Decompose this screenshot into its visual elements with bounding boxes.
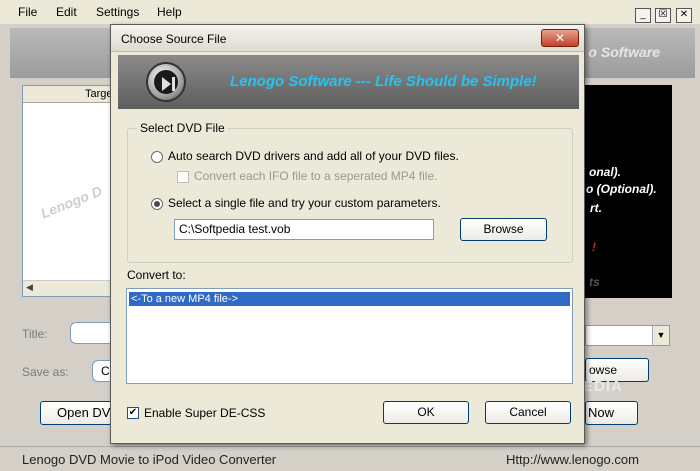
status-bar: Lenogo DVD Movie to iPod Video Converter…	[0, 446, 700, 471]
single-file-radio[interactable]	[151, 198, 163, 210]
close-button[interactable]: ✕	[676, 8, 692, 23]
menu-edit[interactable]: Edit	[56, 5, 77, 19]
ifo-separate-checkbox[interactable]	[177, 171, 189, 183]
auto-search-radio[interactable]	[151, 151, 163, 163]
menu-help[interactable]: Help	[157, 5, 182, 19]
target-list[interactable]: Targe Lenogo D ◀	[22, 85, 122, 297]
convert-to-list[interactable]: <-To a new MP4 file->	[126, 288, 573, 384]
open-dvd-button[interactable]: Open DV	[40, 401, 112, 425]
dialog-banner-slogan: Lenogo Software --- Life Should be Simpl…	[230, 73, 537, 90]
status-app-name: Lenogo DVD Movie to iPod Video Converter	[22, 452, 277, 467]
auto-search-label[interactable]: Auto search DVD drivers and add all of y…	[168, 149, 459, 163]
cancel-button[interactable]: Cancel	[485, 401, 571, 424]
file-path-input[interactable]: C:\Softpedia test.vob	[174, 219, 434, 240]
ifo-separate-label: Convert each IFO file to a seperated MP4…	[194, 169, 438, 183]
title-label: Title:	[22, 327, 48, 341]
format-combo[interactable]: ▼	[585, 325, 670, 346]
choose-source-file-dialog: Choose Source File ✕ Lenogo Software ---…	[110, 24, 585, 444]
convert-now-button[interactable]: Now	[585, 401, 638, 425]
preview-line: rt.	[590, 201, 602, 215]
dialog-close-button[interactable]: ✕	[541, 29, 579, 47]
preview-line: onal).	[589, 165, 621, 179]
decss-label[interactable]: Enable Super DE-CSS	[144, 406, 265, 420]
preview-line: o (Optional).	[586, 182, 657, 196]
title-input[interactable]	[70, 322, 115, 344]
maximize-button[interactable]: ☒	[655, 8, 671, 23]
select-dvd-file-group: Select DVD File Auto search DVD drivers …	[127, 121, 573, 263]
list-item[interactable]: <-To a new MP4 file->	[129, 292, 570, 306]
save-as-label: Save as:	[22, 365, 69, 379]
dialog-title-bar[interactable]: Choose Source File ✕	[111, 25, 584, 52]
menu-file[interactable]: File	[18, 5, 37, 19]
list-watermark: Lenogo D	[38, 182, 105, 222]
ok-button[interactable]: OK	[383, 401, 469, 424]
play-logo-icon	[146, 62, 186, 102]
target-column-header[interactable]: Targe	[23, 86, 121, 103]
chevron-down-icon[interactable]: ▼	[652, 326, 669, 345]
status-website: Http://www.lenogo.com	[506, 452, 639, 467]
preview-panel: onal). o (Optional). rt. ! ts	[585, 85, 672, 298]
menu-settings[interactable]: Settings	[96, 5, 139, 19]
single-file-label[interactable]: Select a single file and try your custom…	[168, 196, 441, 210]
scroll-left-arrow-icon[interactable]: ◀	[26, 282, 33, 293]
menu-bar: File Edit Settings Help	[0, 0, 700, 24]
minimize-button[interactable]: _	[635, 8, 651, 23]
decss-checkbox[interactable]: ✔	[127, 407, 139, 419]
convert-to-label: Convert to:	[127, 268, 186, 282]
browse-button[interactable]: Browse	[460, 218, 547, 241]
dialog-banner: Lenogo Software --- Life Should be Simpl…	[118, 55, 579, 109]
group-title: Select DVD File	[137, 121, 228, 135]
horizontal-scrollbar[interactable]: ◀	[23, 280, 121, 296]
preview-line: !	[592, 240, 596, 254]
app-banner-text: o Software	[588, 44, 660, 60]
dialog-title: Choose Source File	[121, 32, 227, 46]
preview-line: ts	[589, 275, 600, 289]
